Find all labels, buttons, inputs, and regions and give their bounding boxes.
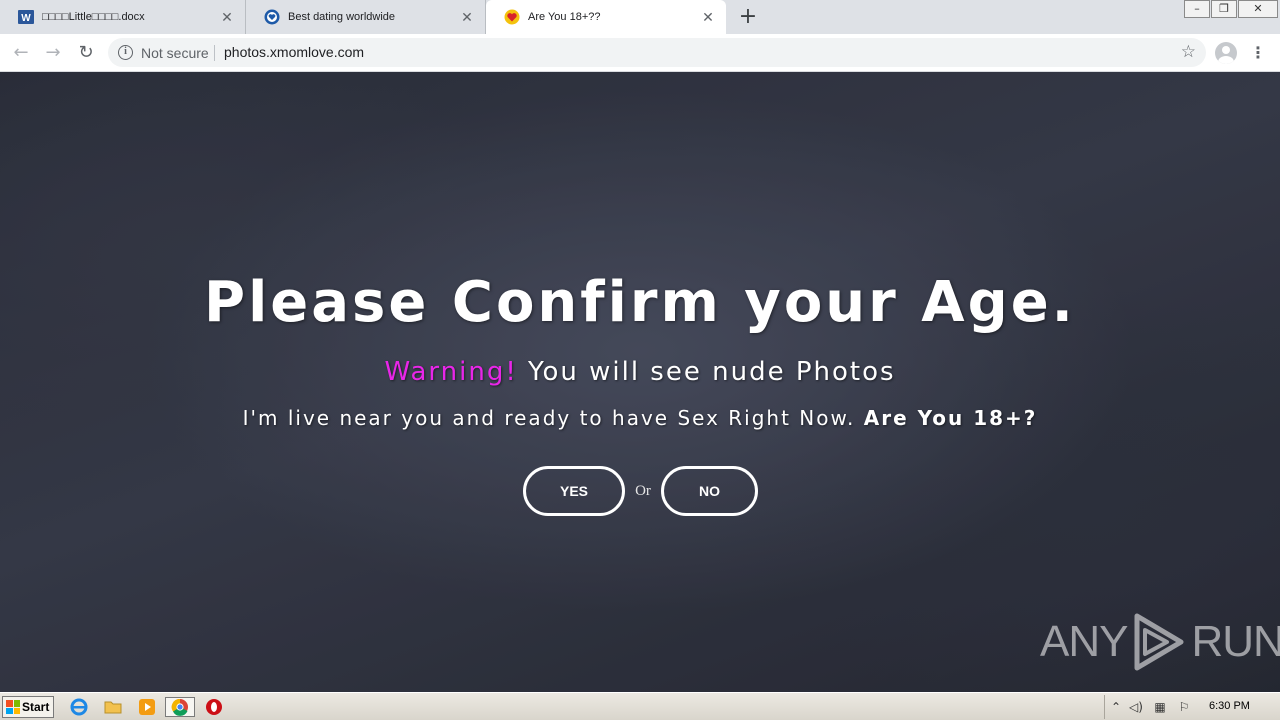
minimize-button[interactable]: –	[1184, 0, 1210, 18]
opera-icon[interactable]	[203, 697, 225, 717]
media-player-icon[interactable]	[136, 697, 158, 717]
security-label: Not secure	[141, 45, 209, 61]
ie-icon[interactable]	[68, 697, 90, 717]
bookmark-star-icon[interactable]: ☆	[1181, 42, 1196, 62]
windows-logo-icon	[6, 700, 20, 714]
volume-icon[interactable]: ◁)	[1129, 700, 1143, 714]
shield-heart-icon	[264, 9, 280, 25]
tab-best-dating[interactable]: Best dating worldwide ✕	[246, 0, 486, 34]
page-content: Please Confirm your Age. Warning! You wi…	[0, 72, 1280, 692]
close-window-button[interactable]: ✕	[1238, 0, 1278, 18]
restore-button[interactable]: ❐	[1211, 0, 1237, 18]
start-label: Start	[22, 700, 50, 714]
age-buttons: YES Or NO	[523, 466, 758, 516]
or-label: Or	[635, 482, 651, 499]
age-question-bold: Are You 18+?	[863, 406, 1038, 430]
back-button[interactable]: ←	[9, 41, 33, 65]
warning-word: Warning!	[384, 357, 518, 387]
watermark-left: ANY	[1040, 617, 1128, 666]
tab-age-check[interactable]: Are You 18+?? ✕	[486, 0, 726, 34]
browser-menu-icon[interactable]: ⋮	[1248, 42, 1268, 64]
anyrun-watermark: ANY RUN	[1040, 612, 1280, 672]
age-question: I'm live near you and ready to have Sex …	[0, 406, 1280, 430]
forward-button[interactable]: →	[41, 41, 65, 65]
url-text[interactable]: photos.xmomlove.com	[224, 44, 364, 60]
play-logo-icon	[1134, 613, 1184, 671]
warning-line: Warning! You will see nude Photos	[0, 357, 1280, 387]
browser-toolbar: ← → ↻ i Not secure photos.xmomlove.com ☆…	[0, 34, 1280, 72]
show-hidden-icons-icon[interactable]: ⌃	[1109, 700, 1123, 714]
chrome-icon[interactable]	[165, 697, 195, 717]
new-tab-button[interactable]: +	[735, 5, 761, 31]
profile-avatar-icon[interactable]	[1215, 42, 1237, 64]
action-center-flag-icon[interactable]: ⚐	[1177, 700, 1191, 714]
clock[interactable]: 6:30 PM	[1209, 700, 1250, 712]
age-question-text: I'm live near you and ready to have Sex …	[242, 406, 864, 430]
tab-close-icon[interactable]: ✕	[219, 9, 235, 25]
watermark-right: RUN	[1191, 617, 1280, 666]
tab-title: Are You 18+??	[528, 11, 601, 23]
yes-button[interactable]: YES	[523, 466, 625, 516]
no-button[interactable]: NO	[661, 466, 758, 516]
word-icon: W	[18, 9, 34, 25]
windows-taskbar: Start ⌃ ◁) ▦ ⚐ 6:30 PM	[0, 692, 1280, 720]
tab-word-document[interactable]: W □□□□Little□□□□.docx ✕	[0, 0, 246, 34]
heart-icon	[504, 9, 520, 25]
reload-button[interactable]: ↻	[74, 41, 98, 65]
warning-text: You will see nude Photos	[517, 357, 896, 387]
address-bar[interactable]: i Not secure photos.xmomlove.com ☆	[108, 38, 1206, 67]
tab-strip: W □□□□Little□□□□.docx ✕ Best dating worl…	[0, 0, 1280, 34]
tab-title: Best dating worldwide	[288, 11, 396, 23]
omnibox-divider	[214, 45, 215, 61]
network-icon[interactable]: ▦	[1153, 700, 1167, 714]
tab-close-icon[interactable]: ✕	[459, 9, 475, 25]
system-tray: ⌃ ◁) ▦ ⚐ 6:30 PM	[1104, 695, 1280, 719]
explorer-folder-icon[interactable]	[102, 697, 124, 717]
info-icon[interactable]: i	[118, 45, 133, 60]
window-controls: – ❐ ✕	[1183, 0, 1278, 18]
tab-close-icon[interactable]: ✕	[700, 9, 716, 25]
start-button[interactable]: Start	[2, 696, 54, 718]
page-title: Please Confirm your Age.	[204, 270, 1076, 335]
svg-text:W: W	[21, 13, 31, 24]
tab-title: □□□□Little□□□□.docx	[42, 11, 145, 23]
